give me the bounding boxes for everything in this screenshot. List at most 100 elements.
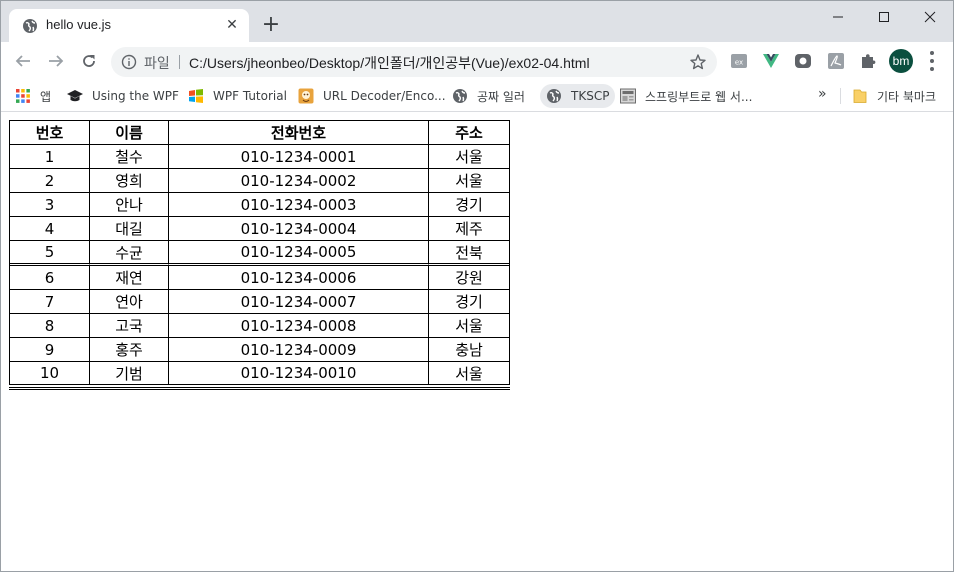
windows-logo-icon [188,88,204,104]
cell-name: 대길 [90,217,169,241]
bookmark-label: 공짜 일러 [477,89,525,104]
bookmark-tkscp[interactable]: TKSCP [540,84,616,108]
cell-address: 강원 [429,266,509,290]
vue-devtools-icon[interactable] [762,52,780,70]
table-row: 7 연아 010-1234-0007 경기 [10,290,509,314]
bookmark-apps[interactable]: 앱 [15,84,51,108]
close-tab-icon[interactable]: ✕ [224,17,240,33]
cell-address: 경기 [429,290,509,314]
url-decoder-icon [298,88,314,104]
cell-phone: 010-1234-0007 [169,290,429,314]
cell-phone: 010-1234-0004 [169,217,429,241]
globe-icon [22,18,38,34]
apps-grid-icon [15,88,31,104]
header-phone: 전화번호 [169,121,429,145]
browser-window: hello vue.js ✕ + 파일 C:/Users/jheonbeo/De… [0,0,954,572]
pdf-extension-icon[interactable] [827,52,845,70]
cell-number: 7 [10,290,90,314]
reload-button[interactable] [77,49,101,73]
minimize-icon [833,16,843,18]
cell-name: 연아 [90,290,169,314]
puzzle-icon[interactable] [859,52,877,70]
profile-avatar[interactable]: bm [889,49,913,73]
cell-number: 5 [10,241,90,266]
tab-active[interactable]: hello vue.js ✕ [9,9,249,42]
extension-ex-icon[interactable]: ex [730,52,748,70]
cell-name: 기범 [90,362,169,384]
globe-icon [546,88,562,104]
cell-number: 2 [10,169,90,193]
cell-number: 9 [10,338,90,362]
graduation-cap-icon [67,88,83,104]
bookmark-label: URL Decoder/Enco... [323,89,446,103]
bookmark-label: 앱 [40,89,52,104]
page-content: 번호 이름 전화번호 주소 1 철수 010-1234-0001 서울 2 영희… [1,112,953,571]
bookmark-label: Using the WPF [92,89,179,103]
tab-title: hello vue.js [46,17,112,32]
cell-number: 6 [10,266,90,290]
cell-address: 서울 [429,314,509,338]
close-window-button[interactable] [907,1,953,33]
forward-button[interactable] [44,49,68,73]
bookmark-wpf-tutorial[interactable]: WPF Tutorial [188,84,287,108]
table-row: 2 영희 010-1234-0002 서울 [10,169,509,193]
cell-phone: 010-1234-0010 [169,362,429,384]
cell-phone: 010-1234-0002 [169,169,429,193]
cell-name: 고국 [90,314,169,338]
cell-phone: 010-1234-0001 [169,145,429,169]
star-icon[interactable] [689,53,707,71]
bookmark-url-decoder[interactable]: URL Decoder/Enco... [298,84,446,108]
header-address: 주소 [429,121,509,145]
url-text[interactable]: C:/Users/jheonbeo/Desktop/개인폴더/개인공부(Vue)… [189,53,590,73]
cell-phone: 010-1234-0005 [169,241,429,266]
tab-strip: hello vue.js ✕ + [1,1,953,42]
bookmark-label: WPF Tutorial [213,89,287,103]
browser-toolbar: 파일 C:/Users/jheonbeo/Desktop/개인폴더/개인공부(V… [1,42,953,80]
cell-address: 충남 [429,338,509,362]
cell-name: 홍주 [90,338,169,362]
maximize-icon [879,12,889,22]
globe-icon [452,88,468,104]
cell-address: 경기 [429,193,509,217]
bookmark-using-the-wpf[interactable]: Using the WPF [67,84,179,108]
more-bookmarks-button[interactable]: » [818,86,827,102]
table-row: 1 철수 010-1234-0001 서울 [10,145,509,169]
book-cover-icon [620,88,636,104]
cell-name: 철수 [90,145,169,169]
other-bookmarks-folder[interactable]: 기타 북마크 [852,84,936,108]
contacts-table: 번호 이름 전화번호 주소 1 철수 010-1234-0001 서울 2 영희… [9,120,510,385]
header-name: 이름 [90,121,169,145]
table-row: 9 홍주 010-1234-0009 충남 [10,338,509,362]
info-icon[interactable] [121,54,137,70]
cell-name: 안나 [90,193,169,217]
cell-phone: 010-1234-0009 [169,338,429,362]
omnibox-separator [179,55,180,69]
table-row: 6 재연 010-1234-0006 강원 [10,266,509,290]
cell-address: 전북 [429,241,509,266]
bookmark-label: TKSCP [571,89,610,103]
cell-number: 10 [10,362,90,384]
cell-name: 수균 [90,241,169,266]
cell-name: 재연 [90,266,169,290]
back-button[interactable] [11,49,35,73]
extension-record-icon[interactable] [794,52,812,70]
reload-icon [83,55,95,67]
table-row: 10 기범 010-1234-0010 서울 [10,362,509,384]
bookmark-label: 스프링부트로 웹 서... [645,89,753,104]
cell-address: 서울 [429,169,509,193]
minimize-button[interactable] [815,1,861,33]
address-bar[interactable]: 파일 C:/Users/jheonbeo/Desktop/개인폴더/개인공부(V… [111,47,717,77]
bookmark-springboot-book[interactable]: 스프링부트로 웹 서... [620,84,752,108]
arrow-left-icon [15,55,30,67]
table-row: 5 수균 010-1234-0005 전북 [10,241,509,266]
cell-number: 4 [10,217,90,241]
new-tab-button[interactable]: + [259,14,283,38]
cell-phone: 010-1234-0003 [169,193,429,217]
maximize-button[interactable] [861,1,907,33]
menu-kebab-icon[interactable] [926,51,938,71]
cell-name: 영희 [90,169,169,193]
cell-address: 서울 [429,145,509,169]
bookmark-free-illust[interactable]: 공짜 일러 [452,84,525,108]
header-number: 번호 [10,121,90,145]
cell-address: 서울 [455,364,483,383]
